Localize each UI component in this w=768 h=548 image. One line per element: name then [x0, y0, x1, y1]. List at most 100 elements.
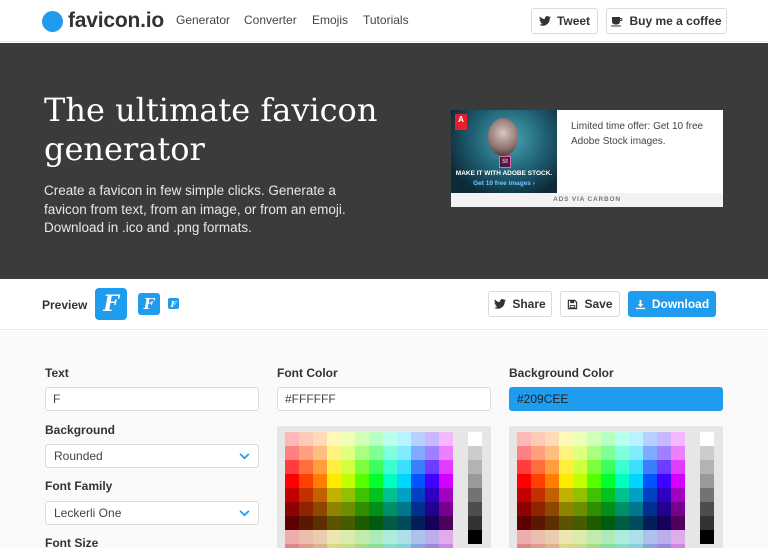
- color-swatch[interactable]: [629, 474, 643, 488]
- color-swatch[interactable]: [299, 544, 313, 548]
- color-swatch[interactable]: [341, 502, 355, 516]
- color-swatch[interactable]: [671, 530, 685, 544]
- gray-swatch[interactable]: [468, 516, 482, 530]
- gray-swatch[interactable]: [468, 530, 482, 544]
- color-swatch[interactable]: [545, 488, 559, 502]
- color-swatch[interactable]: [355, 474, 369, 488]
- nav-link-emojis[interactable]: Emojis: [312, 13, 348, 27]
- color-swatch[interactable]: [327, 432, 341, 446]
- color-swatch[interactable]: [439, 460, 453, 474]
- color-swatch[interactable]: [313, 474, 327, 488]
- color-swatch[interactable]: [629, 488, 643, 502]
- color-swatch[interactable]: [411, 488, 425, 502]
- color-swatch[interactable]: [299, 432, 313, 446]
- color-swatch[interactable]: [671, 474, 685, 488]
- color-swatch[interactable]: [355, 544, 369, 548]
- color-swatch[interactable]: [439, 516, 453, 530]
- color-swatch[interactable]: [657, 432, 671, 446]
- color-swatch[interactable]: [327, 530, 341, 544]
- background-color-swatches[interactable]: [517, 432, 687, 548]
- color-swatch[interactable]: [587, 516, 601, 530]
- color-swatch[interactable]: [657, 516, 671, 530]
- color-swatch[interactable]: [657, 530, 671, 544]
- color-swatch[interactable]: [369, 432, 383, 446]
- color-swatch[interactable]: [573, 502, 587, 516]
- color-swatch[interactable]: [517, 530, 531, 544]
- color-swatch[interactable]: [313, 432, 327, 446]
- color-swatch[interactable]: [587, 474, 601, 488]
- tweet-button[interactable]: Tweet: [531, 8, 598, 34]
- color-swatch[interactable]: [313, 502, 327, 516]
- color-swatch[interactable]: [383, 432, 397, 446]
- color-swatch[interactable]: [531, 460, 545, 474]
- background-color-input[interactable]: #209CEE: [509, 387, 723, 411]
- color-swatch[interactable]: [643, 446, 657, 460]
- color-swatch[interactable]: [573, 488, 587, 502]
- color-swatch[interactable]: [517, 502, 531, 516]
- color-swatch[interactable]: [517, 432, 531, 446]
- color-swatch[interactable]: [643, 488, 657, 502]
- color-swatch[interactable]: [383, 488, 397, 502]
- color-swatch[interactable]: [369, 460, 383, 474]
- color-swatch[interactable]: [285, 432, 299, 446]
- nav-link-tutorials[interactable]: Tutorials: [363, 13, 409, 27]
- color-swatch[interactable]: [369, 544, 383, 548]
- download-button[interactable]: Download: [628, 291, 716, 317]
- color-swatch[interactable]: [299, 474, 313, 488]
- color-swatch[interactable]: [615, 432, 629, 446]
- color-swatch[interactable]: [397, 544, 411, 548]
- color-swatch[interactable]: [369, 516, 383, 530]
- color-swatch[interactable]: [369, 502, 383, 516]
- color-swatch[interactable]: [573, 460, 587, 474]
- color-swatch[interactable]: [531, 446, 545, 460]
- color-swatch[interactable]: [285, 544, 299, 548]
- color-swatch[interactable]: [327, 446, 341, 460]
- color-swatch[interactable]: [587, 446, 601, 460]
- color-swatch[interactable]: [559, 446, 573, 460]
- font-color-grayscale[interactable]: [468, 432, 482, 544]
- color-swatch[interactable]: [341, 460, 355, 474]
- font-color-palette[interactable]: [277, 426, 491, 548]
- gray-swatch[interactable]: [468, 432, 482, 446]
- color-swatch[interactable]: [657, 446, 671, 460]
- color-swatch[interactable]: [559, 530, 573, 544]
- color-swatch[interactable]: [327, 488, 341, 502]
- font-color-swatches[interactable]: [285, 432, 455, 548]
- color-swatch[interactable]: [657, 544, 671, 548]
- color-swatch[interactable]: [397, 474, 411, 488]
- color-swatch[interactable]: [425, 446, 439, 460]
- color-swatch[interactable]: [439, 446, 453, 460]
- ad-image[interactable]: A St MAKE IT WITH ADOBE STOCK. Get 10 fr…: [451, 110, 557, 193]
- color-swatch[interactable]: [573, 530, 587, 544]
- color-swatch[interactable]: [517, 474, 531, 488]
- color-swatch[interactable]: [643, 460, 657, 474]
- color-swatch[interactable]: [341, 432, 355, 446]
- color-swatch[interactable]: [397, 460, 411, 474]
- gray-swatch[interactable]: [468, 502, 482, 516]
- carbon-ad[interactable]: A St MAKE IT WITH ADOBE STOCK. Get 10 fr…: [451, 110, 723, 207]
- ad-copy[interactable]: Limited time offer: Get 10 free Adobe St…: [571, 119, 716, 149]
- color-swatch[interactable]: [559, 516, 573, 530]
- color-swatch[interactable]: [397, 488, 411, 502]
- color-swatch[interactable]: [643, 516, 657, 530]
- color-swatch[interactable]: [629, 460, 643, 474]
- background-color-palette[interactable]: [509, 426, 723, 548]
- save-button[interactable]: Save: [560, 291, 620, 317]
- color-swatch[interactable]: [601, 544, 615, 548]
- color-swatch[interactable]: [615, 446, 629, 460]
- color-swatch[interactable]: [615, 502, 629, 516]
- gray-swatch[interactable]: [468, 474, 482, 488]
- color-swatch[interactable]: [285, 460, 299, 474]
- color-swatch[interactable]: [299, 530, 313, 544]
- gray-swatch[interactable]: [700, 474, 714, 488]
- color-swatch[interactable]: [587, 488, 601, 502]
- color-swatch[interactable]: [425, 432, 439, 446]
- color-swatch[interactable]: [643, 432, 657, 446]
- color-swatch[interactable]: [531, 502, 545, 516]
- color-swatch[interactable]: [383, 502, 397, 516]
- color-swatch[interactable]: [517, 446, 531, 460]
- color-swatch[interactable]: [285, 474, 299, 488]
- color-swatch[interactable]: [657, 460, 671, 474]
- color-swatch[interactable]: [517, 460, 531, 474]
- gray-swatch[interactable]: [468, 460, 482, 474]
